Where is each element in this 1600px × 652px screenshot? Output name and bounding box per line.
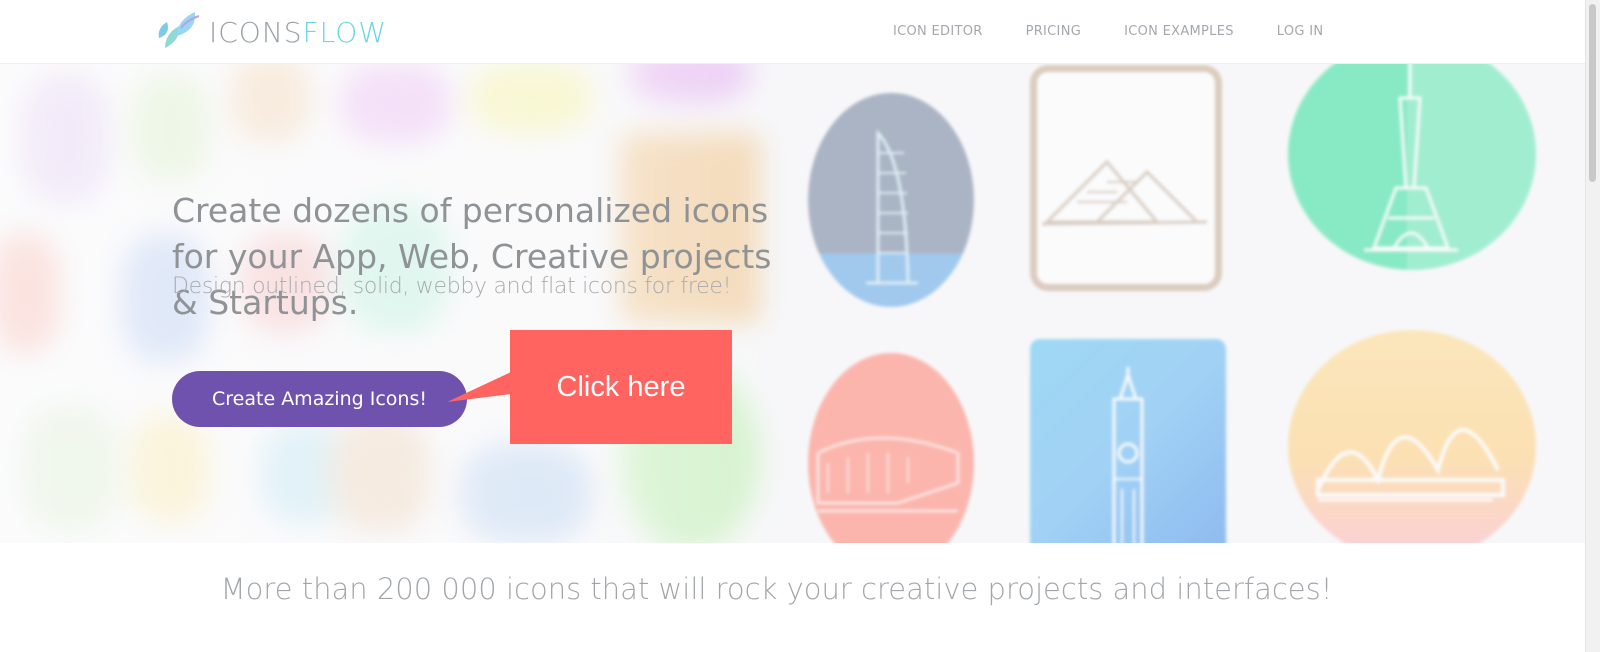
tagline: More than 200 000 icons that will rock y… xyxy=(220,572,1333,606)
callout-label: Click here xyxy=(556,370,686,403)
click-here-callout: Click here xyxy=(510,330,732,444)
create-icons-button[interactable]: Create Amazing Icons! xyxy=(172,371,467,427)
colosseum-icon xyxy=(808,353,974,543)
main-nav: ICON EDITOR PRICING ICON EXAMPLES LOG IN xyxy=(893,24,1366,39)
site-header: ICONSFLOW ICON EDITOR PRICING ICON EXAMP… xyxy=(0,0,1585,64)
logo-wordmark: ICONSFLOW xyxy=(209,16,387,49)
leaf-logo-icon xyxy=(155,8,205,57)
eiffel-tower-icon xyxy=(1288,63,1536,270)
hero-subheadline: Design outlined, solid, webby and flat i… xyxy=(172,274,732,299)
hero-headline: Create dozens of personalized icons for … xyxy=(172,191,772,322)
big-ben-icon xyxy=(1030,339,1226,543)
sydney-opera-icon xyxy=(1288,330,1536,543)
callout-pointer-icon xyxy=(447,372,511,402)
logo-text-main: ICONS xyxy=(209,15,303,49)
hero-section: Create dozens of personalized icons for … xyxy=(0,63,1585,543)
site-logo[interactable]: ICONSFLOW xyxy=(155,10,387,54)
burj-al-arab-icon xyxy=(808,93,974,307)
nav-pricing[interactable]: PRICING xyxy=(1026,24,1082,39)
pyramids-icon xyxy=(1030,65,1222,291)
nav-icon-editor[interactable]: ICON EDITOR xyxy=(893,24,983,39)
sample-icons-grid xyxy=(780,63,1585,543)
nav-log-in[interactable]: LOG IN xyxy=(1277,24,1324,39)
scrollbar-thumb[interactable] xyxy=(1589,4,1596,182)
logo-text-accent: FLOW xyxy=(302,15,388,49)
nav-icon-examples[interactable]: ICON EXAMPLES xyxy=(1124,24,1234,39)
